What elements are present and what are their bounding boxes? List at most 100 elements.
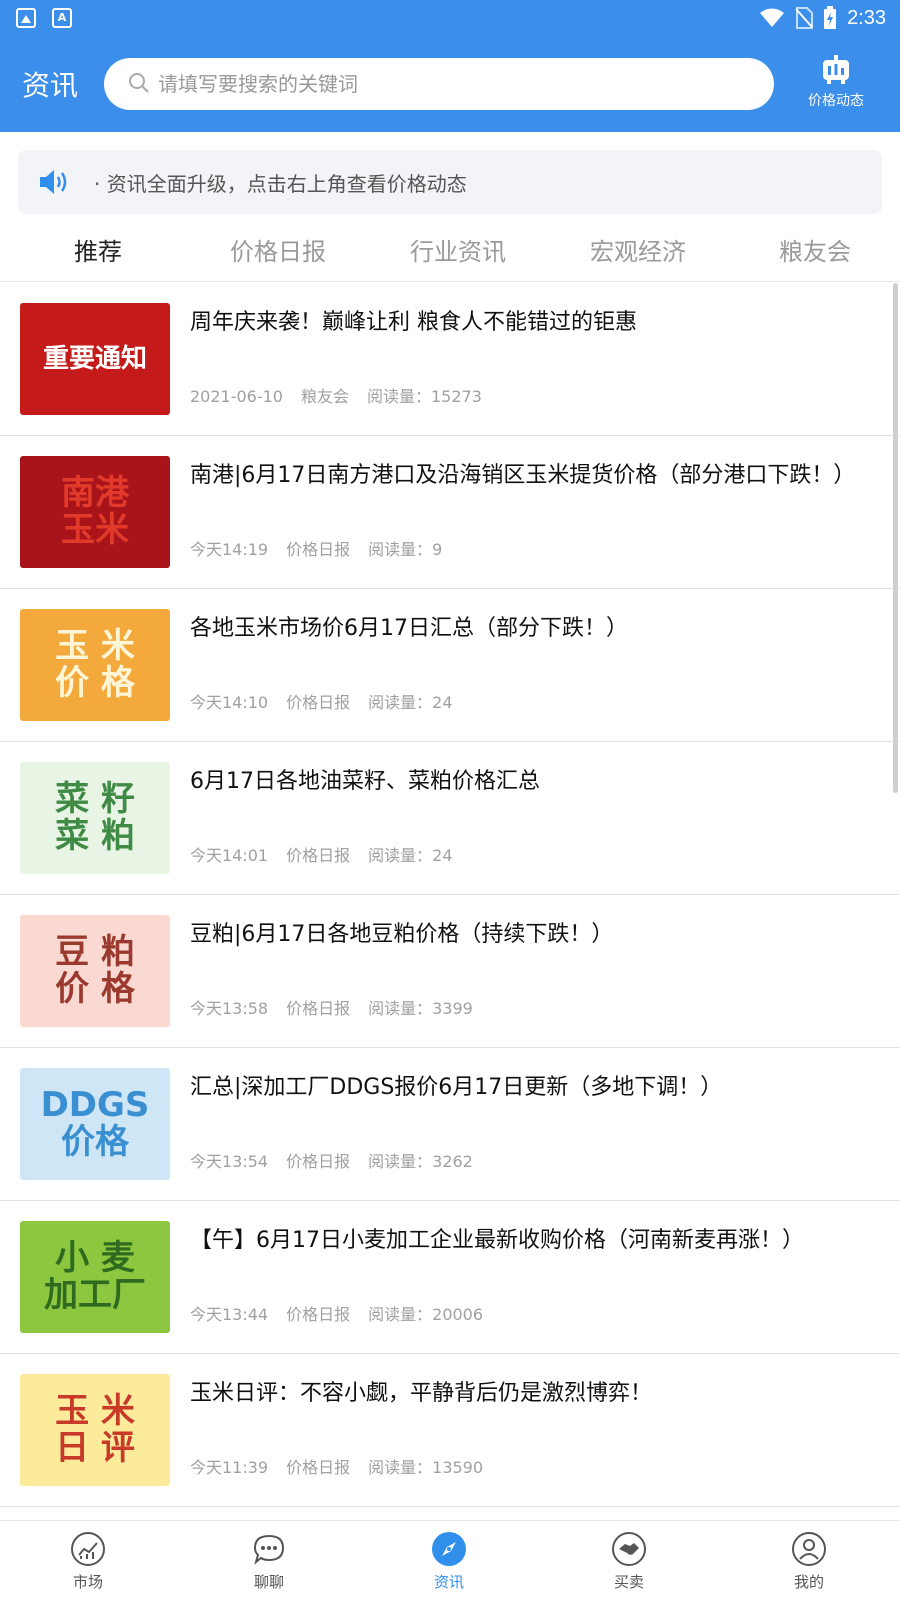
thumbnail-artwork-text: 南港 (61, 472, 129, 513)
article-category: 价格日报 (286, 1305, 351, 1324)
category-tabs: 推荐 价格日报 行业资讯 宏观经济 粮友会 (0, 220, 900, 282)
tab-price-daily[interactable]: 价格日报 (188, 232, 368, 267)
article-item[interactable]: 重要通知 周年庆来袭！巅峰让利 粮食人不能错过的钜惠 2021-06-10 粮友会… (0, 283, 900, 436)
nav-chat-label: 聊聊 (253, 1573, 284, 1591)
thumbnail-artwork-text: 价 格 (55, 663, 135, 703)
tab-macro-economy[interactable]: 宏观经济 (548, 232, 728, 267)
article-thumbnail: DDGS 价格 (20, 1068, 170, 1180)
article-item[interactable]: 玉 米日 评 玉米日评：不容小觑，平静背后仍是激烈博弈！ 今天11:39 价格日报… (0, 1354, 900, 1507)
nav-market[interactable]: 市场 (28, 1531, 148, 1592)
article-item[interactable]: 小 麦加工厂 【午】6月17日小麦加工企业最新收购价格（河南新麦再涨！） 今天1… (0, 1201, 900, 1354)
price-trends-icon (823, 55, 849, 84)
article-category: 价格日报 (286, 846, 351, 865)
article-title: 南港|6月17日南方港口及沿海销区玉米提货价格（部分港口下跌！） (190, 463, 856, 488)
article-thumbnail: 玉 米价 格 (20, 609, 170, 721)
thumbnail-artwork-text: 日 评 (55, 1428, 135, 1468)
thumbnail-artwork-text: 菜 籽 (55, 778, 135, 819)
article-item[interactable]: 豆 粕价 格 豆粕|6月17日各地豆粕价格（持续下跌！） 今天13:58 价格日报… (0, 895, 900, 1048)
article-category: 价格日报 (286, 999, 351, 1018)
compass-icon (432, 1532, 466, 1566)
thumbnail-artwork-text: 菜 粕 (55, 816, 135, 856)
thumbnail-artwork-text: 玉米 (61, 510, 129, 550)
status-bar: A 2:33 (0, 0, 900, 36)
article-category: 价格日报 (286, 693, 351, 712)
thumbnail-artwork-text: 价格 (61, 1122, 129, 1162)
article-thumbnail: 豆 粕价 格 (20, 915, 170, 1027)
article-date: 今天13:54 (190, 1152, 269, 1171)
article-title: 6月17日各地油菜籽、菜粕价格汇总 (190, 769, 540, 794)
thumbnail-artwork-text: 玉 米 (55, 625, 135, 666)
article-meta: 今天13:44 价格日报 阅读量：20006 (190, 1301, 501, 1325)
article-list: 重要通知 周年庆来袭！巅峰让利 粮食人不能错过的钜惠 2021-06-10 粮友会… (0, 283, 900, 1507)
wifi-icon (760, 8, 785, 27)
article-meta: 今天11:39 价格日报 阅读量：13590 (190, 1454, 501, 1478)
article-title: 各地玉米市场价6月17日汇总（部分下跌！） (190, 616, 628, 641)
thumbnail-artwork-text: 玉 米 (55, 1390, 135, 1431)
app-notification-icon: A (52, 8, 72, 28)
article-date: 今天14:19 (190, 540, 269, 559)
article-date: 今天14:01 (190, 846, 269, 865)
thumbnail-artwork-text: 加工厂 (44, 1275, 146, 1315)
thumbnail-artwork-text: 重要通知 (42, 343, 147, 374)
article-category: 价格日报 (286, 1152, 351, 1171)
nav-trade[interactable]: 买卖 (569, 1531, 689, 1592)
article-item[interactable]: 菜 籽菜 粕 6月17日各地油菜籽、菜粕价格汇总 今天14:01 价格日报 阅读量：… (0, 742, 900, 895)
search-input[interactable] (158, 58, 758, 110)
market-icon (71, 1532, 105, 1566)
article-category: 价格日报 (286, 540, 351, 559)
article-read-count: 阅读量：9 (368, 540, 443, 559)
nav-me[interactable]: 我的 (749, 1531, 869, 1592)
article-meta: 2021-06-10 粮友会 阅读量：15273 (190, 383, 500, 407)
article-item[interactable]: DDGS 价格 汇总|深加工厂DDGS报价6月17日更新（多地下调！） 今天13:… (0, 1048, 900, 1201)
article-title: 汇总|深加工厂DDGS报价6月17日更新（多地下调！） (190, 1075, 723, 1100)
user-icon (792, 1532, 826, 1566)
tab-industry-news[interactable]: 行业资讯 (368, 232, 548, 267)
article-date: 今天14:10 (190, 693, 269, 712)
article-thumbnail: 南港 玉米 (20, 456, 170, 568)
nav-news[interactable]: 资讯 (389, 1531, 509, 1592)
battery-charging-icon (824, 6, 837, 29)
chat-icon (253, 1534, 285, 1565)
article-date: 今天13:58 (190, 999, 269, 1018)
article-item[interactable]: 玉 米价 格 各地玉米市场价6月17日汇总（部分下跌！） 今天14:10 价格日报… (0, 589, 900, 742)
nav-chat[interactable]: 聊聊 (209, 1531, 329, 1592)
thumbnail-artwork-text: 价 格 (55, 969, 135, 1009)
thumbnail-artwork-text: DDGS (40, 1084, 150, 1125)
tab-grain-friends[interactable]: 粮友会 (725, 232, 900, 267)
article-title: 玉米日评：不容小觑，平静背后仍是激烈博弈！ (190, 1381, 653, 1406)
article-meta: 今天14:19 价格日报 阅读量：9 (190, 536, 460, 560)
article-meta: 今天14:10 价格日报 阅读量：24 (190, 689, 471, 713)
announcement-text: · 资讯全面升级，点击右上角查看价格动态 (94, 172, 467, 196)
tab-recommended[interactable]: 推荐 (8, 232, 188, 267)
article-read-count: 阅读量：3262 (368, 1152, 473, 1171)
nav-trade-label: 买卖 (613, 1573, 644, 1591)
clock: 2:33 (847, 6, 886, 29)
nav-news-label: 资讯 (433, 1573, 464, 1591)
article-thumbnail: 菜 籽菜 粕 (20, 762, 170, 874)
article-title: 周年庆来袭！巅峰让利 粮食人不能错过的钜惠 (190, 310, 637, 335)
article-title: 【午】6月17日小麦加工企业最新收购价格（河南新麦再涨！） (190, 1228, 804, 1253)
article-read-count: 阅读量：24 (368, 693, 453, 712)
gallery-notification-icon (16, 8, 36, 28)
search-icon (129, 73, 149, 93)
search-bar[interactable] (104, 58, 774, 110)
article-meta: 今天13:54 价格日报 阅读量：3262 (190, 1148, 491, 1172)
no-sim-icon (795, 7, 814, 29)
nav-me-label: 我的 (793, 1573, 824, 1591)
article-read-count: 阅读量：20006 (368, 1305, 484, 1324)
app-header: 资讯 价格动态 (0, 36, 900, 132)
article-title: 豆粕|6月17日各地豆粕价格（持续下跌！） (190, 922, 614, 947)
article-read-count: 阅读量：3399 (368, 999, 473, 1018)
article-item[interactable]: 南港 玉米 南港|6月17日南方港口及沿海销区玉米提货价格（部分港口下跌！） 今天… (0, 436, 900, 589)
nav-market-label: 市场 (72, 1573, 103, 1591)
handshake-icon (612, 1532, 646, 1566)
announcement-banner[interactable]: · 资讯全面升级，点击右上角查看价格动态 (18, 150, 882, 214)
price-trends-button[interactable]: 价格动态 (786, 54, 886, 114)
thumbnail-artwork-text: 小 麦 (55, 1237, 135, 1278)
article-read-count: 阅读量：15273 (367, 387, 482, 406)
thumbnail-artwork-text: 豆 粕 (55, 931, 135, 972)
speaker-icon (40, 170, 67, 194)
article-date: 今天13:44 (190, 1305, 269, 1324)
article-thumbnail: 重要通知 (20, 303, 170, 415)
list-scrollbar[interactable] (893, 283, 898, 793)
